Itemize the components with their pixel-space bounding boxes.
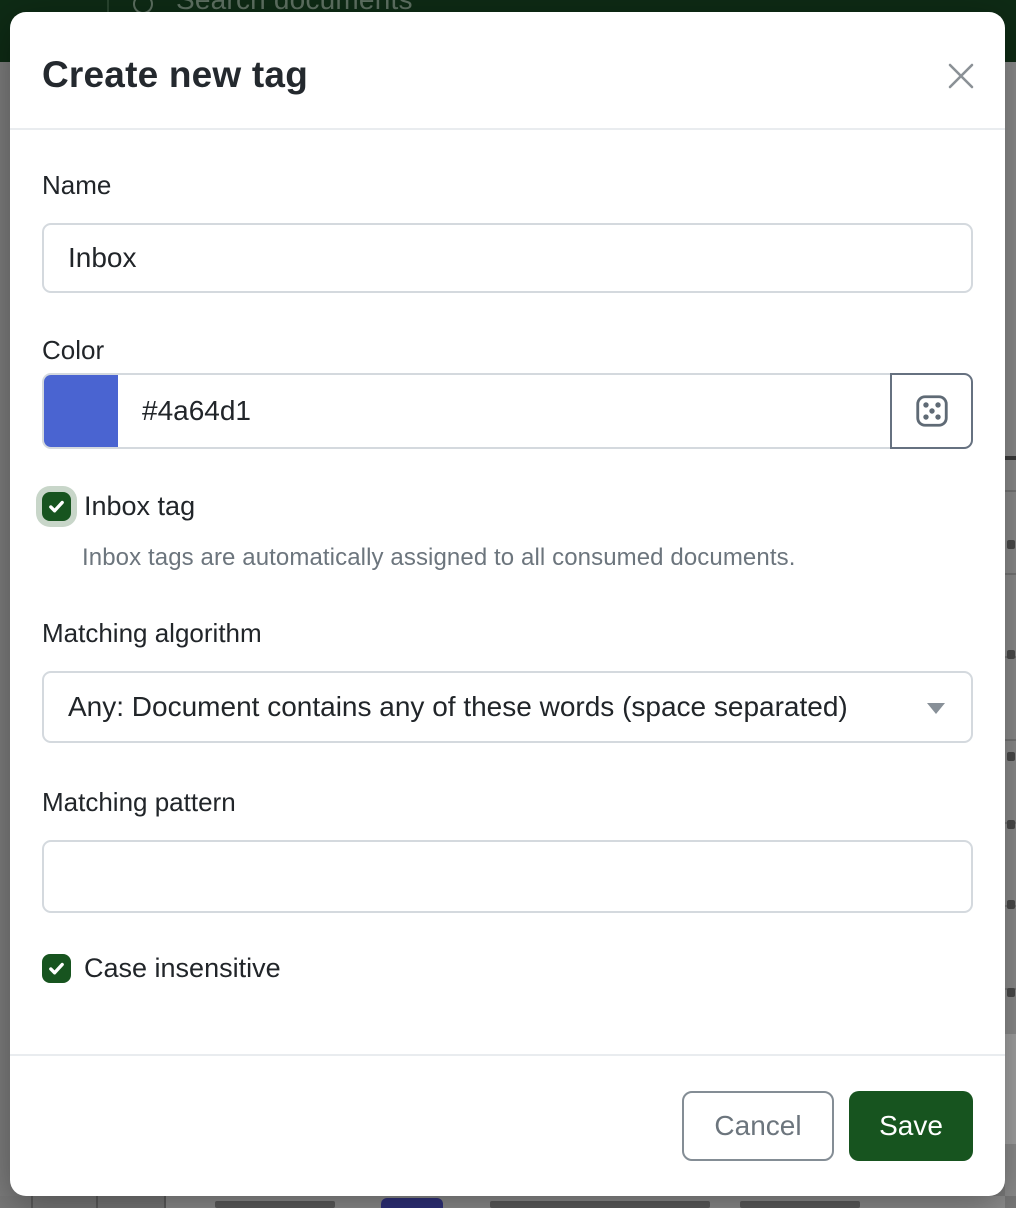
table-text-fragment	[1007, 900, 1015, 909]
color-label: Color	[42, 335, 973, 366]
table-text-fragment	[1007, 752, 1015, 761]
save-button[interactable]: Save	[849, 1091, 973, 1161]
table-text-fragment	[740, 1201, 860, 1208]
matching-pattern-label: Matching pattern	[42, 787, 973, 818]
matching-algorithm-value: Any: Document contains any of these word…	[68, 691, 848, 723]
name-label: Name	[42, 170, 973, 201]
table-text-fragment	[1007, 820, 1015, 829]
color-swatch	[42, 373, 118, 449]
table-row-line	[1005, 490, 1016, 492]
table-text-fragment	[1007, 540, 1015, 549]
cancel-button[interactable]: Cancel	[682, 1091, 834, 1161]
dialog-body: Name Color In	[10, 130, 1005, 1054]
color-input-group	[42, 373, 973, 449]
dice-icon	[913, 392, 951, 430]
color-field[interactable]	[118, 373, 892, 449]
table-row-line	[1005, 573, 1016, 575]
inbox-tag-label[interactable]: Inbox tag	[84, 491, 195, 522]
name-field[interactable]	[42, 223, 973, 293]
inbox-tag-row: Inbox tag	[42, 491, 973, 522]
inbox-tag-checkbox[interactable]	[42, 492, 71, 521]
table-text-fragment	[490, 1201, 710, 1208]
chevron-down-icon	[927, 703, 945, 714]
table-row-line	[1005, 739, 1016, 741]
table-text-fragment	[1007, 650, 1015, 659]
table-column-line	[31, 1196, 33, 1208]
case-insensitive-label[interactable]: Case insensitive	[84, 953, 281, 984]
table-text-fragment	[215, 1201, 335, 1208]
table-column-line	[96, 1196, 98, 1208]
case-insensitive-row: Case insensitive	[42, 953, 973, 984]
matching-pattern-field[interactable]	[42, 840, 973, 913]
dialog-footer: Cancel Save	[10, 1054, 1005, 1196]
random-color-button[interactable]	[890, 373, 973, 449]
background-primary-button	[381, 1198, 443, 1208]
case-insensitive-checkbox[interactable]	[42, 954, 71, 983]
table-light-block	[1005, 1034, 1016, 1144]
table-header-border	[1005, 456, 1016, 460]
checkmark-icon	[47, 497, 66, 516]
background-table-edge	[1005, 62, 1016, 1208]
matching-algorithm-label: Matching algorithm	[42, 618, 973, 649]
inbox-tag-hint: Inbox tags are automatically assigned to…	[82, 544, 973, 572]
dialog-header: Create new tag	[10, 12, 1005, 130]
close-button[interactable]	[943, 58, 979, 94]
checkmark-icon	[47, 959, 66, 978]
dialog-title: Create new tag	[42, 54, 973, 96]
matching-algorithm-select[interactable]: Any: Document contains any of these word…	[42, 671, 973, 743]
background-table-bottom	[0, 1196, 1016, 1208]
close-icon	[943, 58, 979, 94]
table-column-line	[164, 1196, 166, 1208]
table-text-fragment	[1007, 988, 1015, 997]
create-tag-dialog: Create new tag Name Color	[10, 12, 1005, 1196]
